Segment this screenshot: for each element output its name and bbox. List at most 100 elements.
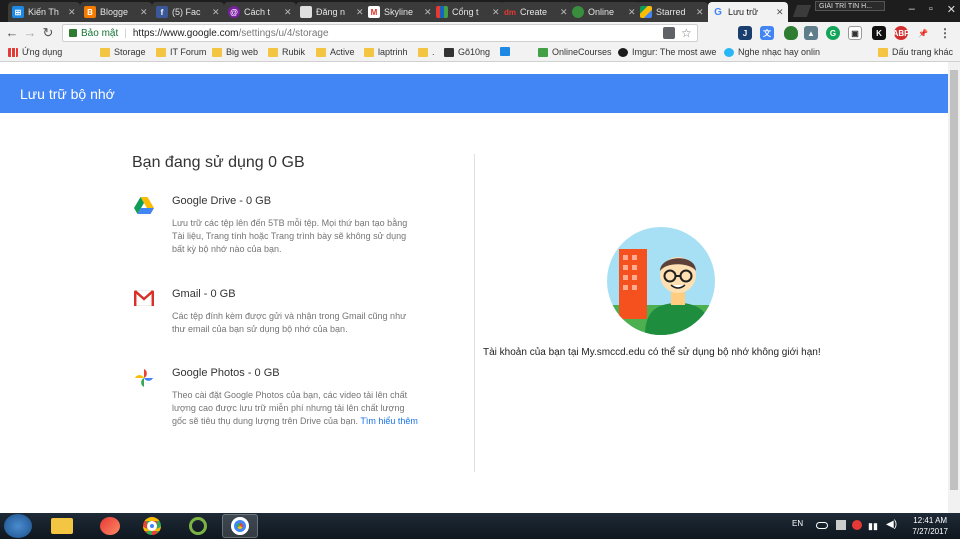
bookmark-label: Rubik [282, 47, 306, 57]
new-tab-button[interactable] [792, 5, 812, 17]
close-icon[interactable]: ✕ [284, 7, 292, 18]
bookmark-onlinecourses[interactable]: OnlineCourses [538, 47, 612, 57]
tab-1[interactable]: ⊞ Kiến Th ✕ [8, 2, 80, 22]
action-center-icon[interactable] [836, 520, 846, 530]
chrome-app-active[interactable] [222, 514, 258, 538]
tab-5[interactable]: Đăng n ✕ [296, 2, 368, 22]
language-indicator[interactable]: EN [792, 519, 803, 528]
close-icon[interactable]: ✕ [492, 7, 500, 18]
bookmark-imgur[interactable]: Imgur: The most awe [618, 47, 716, 57]
minimize-icon[interactable]: – [909, 3, 915, 16]
tab-title: Blogge [100, 7, 129, 17]
volume-icon[interactable]: ◀) [886, 519, 897, 530]
bookmark-go10ng[interactable]: Gõ10ng [444, 47, 490, 57]
bookmark-laptrinh[interactable]: laptrinh [364, 47, 408, 57]
cococ-app[interactable] [180, 514, 216, 538]
folder-icon [100, 47, 110, 57]
close-icon[interactable]: ✕ [628, 7, 636, 18]
reload-icon[interactable]: ↻ [40, 25, 56, 41]
bookmark-label: Big web [226, 47, 259, 57]
folder-icon [316, 47, 326, 57]
bookmark-storage[interactable]: Storage [100, 47, 146, 57]
pin-icon[interactable]: 📌 [916, 26, 930, 40]
close-icon[interactable]: ✕ [356, 7, 364, 18]
alert-icon[interactable] [852, 520, 862, 530]
bookmark-big-web[interactable]: Big web [212, 47, 258, 57]
bookmark-label: Dấu trang khác [892, 47, 954, 57]
clock-time: 12:41 AM [913, 516, 948, 525]
translate-extension-icon[interactable]: 文 [760, 26, 774, 40]
close-icon[interactable]: ✕ [140, 7, 148, 18]
close-icon[interactable]: ✕ [776, 7, 784, 18]
learn-more-link[interactable]: Tìm hiểu thêm [360, 416, 418, 426]
close-icon[interactable]: ✕ [696, 7, 704, 18]
chrome-app[interactable] [134, 514, 170, 538]
usage-title: Bạn đang sử dụng 0 GB [132, 154, 305, 171]
close-icon[interactable]: ✕ [424, 7, 432, 18]
shield-icon[interactable] [784, 26, 798, 40]
forward-icon[interactable]: → [22, 25, 38, 40]
bookmark-active[interactable]: Active [316, 47, 355, 57]
tab-10[interactable]: Starred ✕ [636, 2, 708, 22]
service-name-drive: Google Drive - 0 GB [172, 195, 272, 207]
page-title: Lưu trữ bộ nhớ [20, 86, 115, 102]
bookmark-dot[interactable]: . [418, 47, 435, 57]
chrome-icon [143, 517, 161, 535]
scrollbar[interactable] [948, 62, 960, 513]
box-icon[interactable]: ▣ [848, 26, 862, 40]
lock-icon [69, 29, 77, 37]
back-icon[interactable]: ← [4, 25, 20, 40]
star-icon[interactable]: ☆ [681, 27, 693, 39]
vpn-icon[interactable]: ▲ [804, 26, 818, 40]
maximize-icon[interactable]: ▫ [929, 3, 933, 16]
tab-9[interactable]: Online ✕ [568, 2, 640, 22]
cococ-icon [189, 517, 207, 535]
translate-icon[interactable] [663, 27, 675, 39]
bookmark-other[interactable]: Dấu trang khác [878, 47, 953, 57]
ccleaner-icon [100, 517, 120, 535]
page-header: Lưu trữ bộ nhớ [0, 74, 948, 113]
link-icon [500, 47, 510, 56]
gmail-icon: M [368, 6, 380, 18]
bookmark-music[interactable]: Nghe nhạc hay onlin [724, 47, 820, 57]
bookmark-apps[interactable]: Ứng dụng [8, 47, 62, 57]
address-bar[interactable]: Bảo mật | https://www.google.com /settin… [62, 24, 698, 42]
tab-7[interactable]: Cổng t ✕ [432, 2, 504, 22]
service-desc-gmail: Các tệp đính kèm được gửi và nhận trong … [172, 311, 407, 334]
tab-title: Cổng t [452, 7, 479, 17]
tray-toggle-icon[interactable] [816, 522, 828, 529]
folder-icon [156, 47, 166, 57]
tab-title: Cách t [244, 7, 271, 17]
network-icon[interactable]: ▮▮ [868, 521, 878, 532]
folder-icon [268, 47, 278, 57]
profile-button[interactable]: GIẢI TRÍ TIN H... [815, 1, 885, 11]
menu-icon[interactable]: ⋮ [938, 26, 952, 40]
close-icon[interactable]: ✕ [560, 7, 568, 18]
drive-icon [134, 197, 154, 214]
system-clock[interactable]: 12:41 AM 7/27/2017 [912, 515, 948, 537]
bookmark-it-forum[interactable]: IT Forum [156, 47, 206, 57]
ccleaner-app[interactable] [92, 514, 128, 538]
bookmark-rubik[interactable]: Rubik [268, 47, 305, 57]
tab-4[interactable]: @ Cách t ✕ [224, 2, 296, 22]
close-window-icon[interactable]: ✕ [947, 3, 956, 16]
folder-icon [364, 47, 374, 57]
tab-2[interactable]: B Blogge ✕ [80, 2, 152, 22]
tab-8[interactable]: dm Create ✕ [500, 2, 572, 22]
bookmark-label: laptrinh [378, 47, 408, 57]
tab-storage-active[interactable]: G Lưu trữ ✕ [708, 2, 788, 22]
start-button[interactable] [4, 514, 32, 538]
bookmark-link[interactable] [500, 47, 514, 56]
scrollbar-thumb[interactable] [950, 70, 958, 490]
close-icon[interactable]: ✕ [68, 7, 76, 18]
explorer-app[interactable] [44, 514, 80, 538]
tab-3[interactable]: f (5) Fac ✕ [152, 2, 224, 22]
tab-6[interactable]: M Skyline ✕ [364, 2, 436, 22]
k-extension-icon[interactable]: K [872, 26, 886, 40]
adblock-icon[interactable]: ABP [893, 26, 909, 40]
grammarly-icon[interactable]: G [826, 26, 840, 40]
j-extension-icon[interactable]: J [738, 26, 752, 40]
bookmark-label: OnlineCourses [552, 47, 612, 57]
dm-icon: dm [504, 7, 516, 17]
close-icon[interactable]: ✕ [212, 7, 220, 18]
